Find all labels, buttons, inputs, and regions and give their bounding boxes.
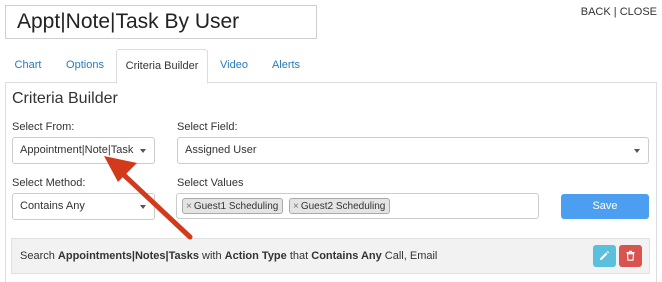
- tab-chart[interactable]: Chart: [5, 49, 51, 83]
- chevron-down-icon: [140, 205, 146, 209]
- summary-with: with: [198, 250, 225, 262]
- trash-icon: [626, 250, 635, 261]
- report-title[interactable]: Appt|Note|Task By User: [5, 5, 317, 39]
- value-chip: × Guest1 Scheduling: [182, 198, 284, 214]
- summary-method: Contains Any: [311, 250, 382, 262]
- summary-source: Appointments|Notes|Tasks: [57, 250, 199, 262]
- select-from-dropdown[interactable]: Appointment|Note|Task: [12, 137, 155, 164]
- chip-label: Guest2 Scheduling: [300, 201, 386, 212]
- delete-button[interactable]: [619, 245, 642, 267]
- value-chip: × Guest2 Scheduling: [289, 198, 391, 214]
- chevron-down-icon: [140, 149, 146, 153]
- select-from-label: Select From:: [12, 121, 75, 133]
- top-links-separator: |: [610, 6, 620, 18]
- criteria-summary-row: Search Appointments|Notes|Tasks with Act…: [11, 238, 650, 274]
- close-link[interactable]: CLOSE: [620, 6, 657, 18]
- chip-remove-icon[interactable]: ×: [293, 201, 299, 212]
- save-button[interactable]: Save: [561, 194, 649, 219]
- select-field-label: Select Field:: [177, 121, 238, 133]
- chip-label: Guest1 Scheduling: [193, 201, 279, 212]
- select-from-value: Appointment|Note|Task: [20, 144, 134, 156]
- tab-options[interactable]: Options: [56, 49, 114, 83]
- summary-search: Search: [20, 250, 58, 262]
- tab-criteria-builder[interactable]: Criteria Builder: [116, 49, 208, 84]
- select-field-value: Assigned User: [185, 144, 257, 156]
- chip-remove-icon[interactable]: ×: [186, 201, 192, 212]
- summary-that: that: [286, 250, 312, 262]
- select-method-label: Select Method:: [12, 177, 86, 189]
- summary-field: Action Type: [224, 250, 287, 262]
- select-method-value: Contains Any: [20, 200, 85, 212]
- criteria-summary-text: Search Appointments|Notes|Tasks with Act…: [20, 239, 437, 273]
- select-field-dropdown[interactable]: Assigned User: [177, 137, 649, 164]
- back-link[interactable]: BACK: [581, 6, 611, 18]
- select-method-dropdown[interactable]: Contains Any: [12, 193, 155, 220]
- select-values-label: Select Values: [177, 177, 244, 189]
- chevron-down-icon: [634, 149, 640, 153]
- pencil-icon: [600, 250, 610, 260]
- tab-bar: Chart Options Criteria Builder Video Ale…: [5, 49, 657, 84]
- tab-alerts[interactable]: Alerts: [263, 49, 309, 83]
- edit-button[interactable]: [593, 245, 616, 267]
- tab-video[interactable]: Video: [212, 49, 256, 83]
- criteria-heading: Criteria Builder: [12, 90, 118, 107]
- select-values-input[interactable]: × Guest1 Scheduling × Guest2 Scheduling: [176, 193, 539, 219]
- top-links: BACK | CLOSE: [581, 6, 657, 18]
- summary-values: Call, Email: [381, 250, 438, 262]
